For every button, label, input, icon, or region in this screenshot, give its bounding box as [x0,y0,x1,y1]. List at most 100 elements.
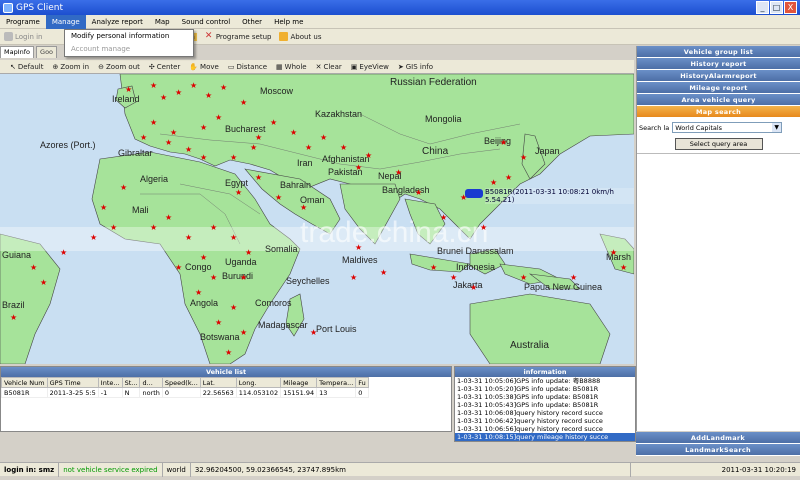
capital-star-icon[interactable]: ★ [245,249,252,257]
log-line[interactable]: 1-03-31 10:06:08]query history record su… [455,409,635,417]
capital-star-icon[interactable]: ★ [430,264,437,272]
capital-star-icon[interactable]: ★ [255,174,262,182]
capital-star-icon[interactable]: ★ [240,99,247,107]
column-header[interactable]: GPS Time [46,377,99,388]
capital-star-icon[interactable]: ★ [610,249,617,257]
capital-star-icon[interactable]: ★ [270,119,277,127]
capital-star-icon[interactable]: ★ [340,144,347,152]
capital-star-icon[interactable]: ★ [185,234,192,242]
modify-personal-info-item[interactable]: Modify personal information [65,30,193,43]
menu-other[interactable]: Other [236,15,268,29]
tool-center[interactable]: ✣ Center [149,63,180,71]
column-header[interactable]: Vehicle Num [1,377,48,388]
capital-star-icon[interactable]: ★ [240,329,247,337]
about-us-button[interactable]: About us [279,32,322,41]
capital-star-icon[interactable]: ★ [395,169,402,177]
history-report-title[interactable]: History report [637,58,800,70]
capital-star-icon[interactable]: ★ [460,194,467,202]
menu-help[interactable]: Help me [268,15,309,29]
tab-mapinfo[interactable]: MapInfo [0,46,35,58]
capital-star-icon[interactable]: ★ [275,194,282,202]
capital-star-icon[interactable]: ★ [230,234,237,242]
capital-star-icon[interactable]: ★ [380,269,387,277]
capital-star-icon[interactable]: ★ [415,189,422,197]
capital-star-icon[interactable]: ★ [90,234,97,242]
capital-star-icon[interactable]: ★ [215,114,222,122]
column-header[interactable]: St... [121,377,141,388]
menu-programe[interactable]: Programe [0,15,46,29]
login-button[interactable]: Login in [4,32,43,41]
capital-star-icon[interactable]: ★ [200,124,207,132]
column-header[interactable]: d... [139,377,163,388]
capital-star-icon[interactable]: ★ [570,274,577,282]
capital-star-icon[interactable]: ★ [215,319,222,327]
tool-gis-info[interactable]: ➤ GIS info [398,63,433,71]
capital-star-icon[interactable]: ★ [255,134,262,142]
close-button[interactable]: X [784,1,797,14]
landmark-search-title[interactable]: LandmarkSearch [636,444,800,456]
column-header[interactable]: Mileage [280,377,318,388]
capital-star-icon[interactable]: ★ [230,154,237,162]
capital-star-icon[interactable]: ★ [520,274,527,282]
column-header[interactable]: Speed(k... [161,377,201,388]
capital-star-icon[interactable]: ★ [620,264,627,272]
capital-star-icon[interactable]: ★ [205,92,212,100]
log-line[interactable]: 1-03-31 10:05:43]GPS info update: B5081R [455,401,635,409]
map-view[interactable]: trade.china.cn Russian Federation Moscow… [0,74,634,364]
capital-star-icon[interactable]: ★ [190,82,197,90]
capital-star-icon[interactable]: ★ [300,204,307,212]
column-header[interactable]: Long. [235,377,282,388]
vehicle-group-list-title[interactable]: Vehicle group list [637,46,800,58]
capital-star-icon[interactable]: ★ [305,144,312,152]
column-header[interactable]: Lat. [199,377,237,388]
capital-star-icon[interactable]: ★ [220,84,227,92]
tab-google[interactable]: Goo [36,46,58,58]
table-row[interactable]: B5081R 2011-3-25 5:5 -1 Nnorth 0 22.56563 114.… [1,387,369,398]
capital-star-icon[interactable]: ★ [500,139,507,147]
capital-star-icon[interactable]: ★ [165,139,172,147]
minimize-button[interactable]: _ [756,1,769,14]
tool-move[interactable]: ✋ Move [189,63,219,71]
capital-star-icon[interactable]: ★ [150,82,157,90]
log-line[interactable]: 1-03-31 10:06:56]query history record su… [455,425,635,433]
select-query-area-button[interactable]: Select query area [674,138,763,150]
capital-star-icon[interactable]: ★ [60,249,67,257]
log-line[interactable]: 1-03-31 10:08:15]query mileage history s… [455,433,635,441]
log-line[interactable]: 1-03-31 10:05:06]GPS info update: 粤B8888 [455,377,635,385]
capital-star-icon[interactable]: ★ [125,86,132,94]
column-header[interactable]: Tempera... [316,377,357,388]
capital-star-icon[interactable]: ★ [200,154,207,162]
tool-whole[interactable]: ▦ Whole [276,63,307,71]
capital-star-icon[interactable]: ★ [210,274,217,282]
capital-star-icon[interactable]: ★ [350,274,357,282]
capital-star-icon[interactable]: ★ [110,224,117,232]
capital-star-icon[interactable]: ★ [100,204,107,212]
search-layer-select[interactable]: World Capitals ▼ [672,122,783,133]
capital-star-icon[interactable]: ★ [365,152,372,160]
capital-star-icon[interactable]: ★ [470,284,477,292]
capital-star-icon[interactable]: ★ [450,274,457,282]
menu-analyze-report[interactable]: Analyze report [86,15,149,29]
information-log[interactable]: 1-03-31 10:05:06]GPS info update: 粤B8888… [455,377,635,441]
capital-star-icon[interactable]: ★ [505,174,512,182]
capital-star-icon[interactable]: ★ [225,349,232,357]
mileage-report-title[interactable]: Mileage report [637,82,800,94]
capital-star-icon[interactable]: ★ [120,184,127,192]
capital-star-icon[interactable]: ★ [175,89,182,97]
capital-star-icon[interactable]: ★ [355,164,362,172]
capital-star-icon[interactable]: ★ [150,224,157,232]
tool-clear[interactable]: ✕ Clear [316,63,342,71]
tool-eyeview[interactable]: ▣ EyeView [351,63,389,71]
tool-zoom-in[interactable]: ⊕ Zoom in [52,63,89,71]
capital-star-icon[interactable]: ★ [160,94,167,102]
capital-star-icon[interactable]: ★ [10,314,17,322]
column-header[interactable]: Fu [355,377,369,388]
add-landmark-title[interactable]: AddLandmark [636,432,800,444]
capital-star-icon[interactable]: ★ [165,214,172,222]
tool-zoom-out[interactable]: ⊖ Zoom out [98,63,140,71]
menu-sound-control[interactable]: Sound control [176,15,237,29]
capital-star-icon[interactable]: ★ [210,224,217,232]
capital-star-icon[interactable]: ★ [240,274,247,282]
log-line[interactable]: 1-03-31 10:05:20]GPS info update: B5081R [455,385,635,393]
capital-star-icon[interactable]: ★ [175,264,182,272]
